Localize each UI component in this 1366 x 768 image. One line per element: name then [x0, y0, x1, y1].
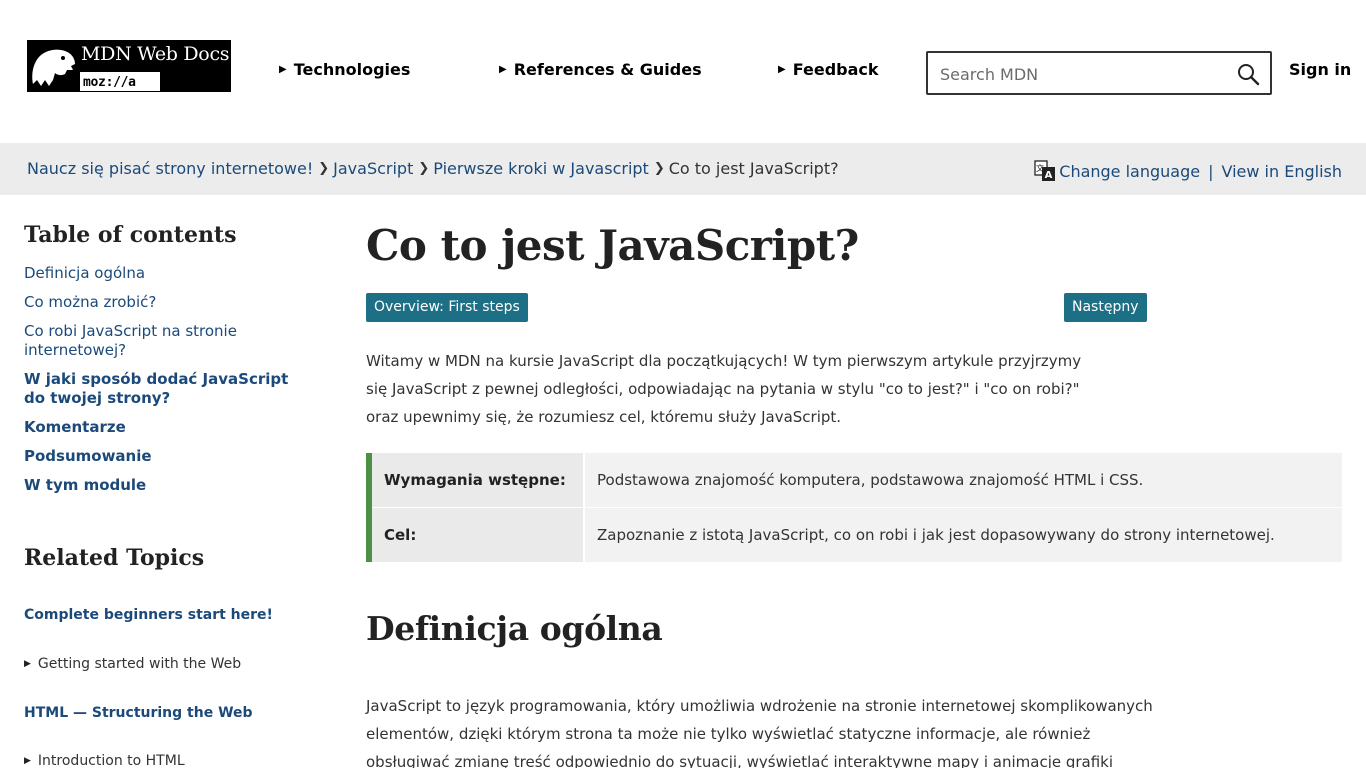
- chevron-right-icon: ❯: [318, 161, 330, 176]
- mozilla-wordmark: moz://a: [79, 71, 161, 92]
- view-in-english-link[interactable]: View in English: [1222, 162, 1343, 181]
- nav-technologies[interactable]: ▶ Technologies: [279, 60, 410, 79]
- toc-item: Co można zrobić?: [24, 293, 314, 312]
- page-title: Co to jest JavaScript?: [366, 221, 859, 270]
- toc-link-w-tym-module[interactable]: W tym module: [24, 476, 146, 494]
- toc-item: W tym module: [24, 476, 314, 495]
- related-summary-label: Introduction to HTML: [37, 753, 185, 768]
- prereq-label: Wymagania wstępne:: [372, 453, 585, 507]
- objective-value: Zapoznanie z istotą JavaScript, co on ro…: [585, 508, 1342, 562]
- table-row: Wymagania wstępne: Podstawowa znajomość …: [372, 453, 1342, 507]
- section-paragraph: JavaScript to język programowania, który…: [366, 697, 1153, 768]
- toc-link-komentarze[interactable]: Komentarze: [24, 418, 126, 436]
- nav-references-label: References & Guides: [513, 60, 702, 79]
- breadcrumb-current: Co to jest JavaScript?: [668, 159, 839, 178]
- svg-text:文: 文: [1036, 163, 1044, 173]
- toc-item: W jaki sposób dodać JavaScript do twojej…: [24, 370, 314, 408]
- breadcrumb-bar: Naucz się pisać strony internetowe! ❯ Ja…: [0, 143, 1366, 195]
- language-icon: A 文: [1034, 160, 1056, 181]
- chevron-right-icon: ❯: [418, 161, 430, 176]
- related-link-beginners[interactable]: Complete beginners start here!: [24, 607, 273, 623]
- toc-link-definicja[interactable]: Definicja ogólna: [24, 264, 145, 282]
- dinosaur-logo-icon: [27, 40, 79, 92]
- toc-item: Komentarze: [24, 418, 314, 437]
- toc-item: Co robi JavaScript na stronie internetow…: [24, 322, 314, 360]
- sign-in-link[interactable]: Sign in: [1289, 60, 1351, 79]
- toc-list: Definicja ogólna Co można zrobić? Co rob…: [24, 264, 314, 505]
- search-icon[interactable]: [1236, 62, 1260, 86]
- triangle-right-icon: ▶: [778, 64, 786, 75]
- next-button[interactable]: Następny: [1064, 293, 1147, 322]
- breadcrumb: Naucz się pisać strony internetowe! ❯ Ja…: [27, 159, 839, 178]
- toc-item: Podsumowanie: [24, 447, 314, 466]
- chevron-right-icon: ❯: [653, 161, 665, 176]
- objective-label: Cel:: [372, 508, 585, 562]
- search-box: [926, 51, 1272, 95]
- language-separator: |: [1208, 161, 1214, 181]
- nav-references-guides[interactable]: ▶ References & Guides: [499, 60, 702, 79]
- related-topics-title: Related Topics: [24, 545, 205, 571]
- nav-technologies-label: Technologies: [293, 60, 411, 79]
- logo-title: MDN Web Docs: [81, 43, 230, 65]
- breadcrumb-learn[interactable]: Naucz się pisać strony internetowe!: [27, 159, 313, 178]
- related-link-html[interactable]: HTML — Structuring the Web: [24, 705, 253, 721]
- svg-text:A: A: [1045, 170, 1053, 181]
- toc-link-co-mozna-zrobic[interactable]: Co można zrobić?: [24, 293, 156, 311]
- breadcrumb-first-steps[interactable]: Pierwsze kroki w Javascript: [433, 159, 649, 178]
- prerequisites-table: Wymagania wstępne: Podstawowa znajomość …: [366, 453, 1342, 562]
- toc-link-w-jaki-sposob[interactable]: W jaki sposób dodać JavaScript do twojej…: [24, 370, 288, 407]
- related-summary-intro-html[interactable]: ▶ Introduction to HTML: [24, 753, 185, 768]
- site-header: MDN Web Docs moz://a ▶ Technologies ▶ Re…: [0, 0, 1366, 143]
- nav-feedback-label: Feedback: [792, 60, 879, 79]
- intro-paragraph: Witamy w MDN na kursie JavaScript dla po…: [366, 352, 1082, 426]
- overview-button[interactable]: Overview: First steps: [366, 293, 528, 322]
- change-language-link[interactable]: Change language: [1059, 162, 1200, 181]
- toc-link-podsumowanie[interactable]: Podsumowanie: [24, 447, 152, 465]
- table-row: Cel: Zapoznanie z istotą JavaScript, co …: [372, 507, 1342, 562]
- triangle-right-icon: ▶: [24, 659, 31, 669]
- toc-title: Table of contents: [24, 222, 237, 248]
- mdn-logo-link[interactable]: MDN Web Docs moz://a: [27, 40, 231, 92]
- breadcrumb-javascript[interactable]: JavaScript: [333, 159, 413, 178]
- triangle-right-icon: ▶: [279, 64, 287, 75]
- language-switcher: A 文 Change language | View in English: [1033, 159, 1342, 183]
- triangle-right-icon: ▶: [499, 64, 507, 75]
- related-summary-label: Getting started with the Web: [37, 656, 242, 672]
- toc-link-co-robi[interactable]: Co robi JavaScript na stronie internetow…: [24, 322, 237, 359]
- related-summary-getting-started[interactable]: ▶ Getting started with the Web: [24, 656, 241, 672]
- triangle-right-icon: ▶: [24, 756, 31, 766]
- search-input[interactable]: [940, 63, 1220, 85]
- prereq-value: Podstawowa znajomość komputera, podstawo…: [585, 453, 1342, 507]
- nav-feedback[interactable]: ▶ Feedback: [778, 60, 879, 79]
- section-heading: Definicja ogólna: [366, 609, 663, 648]
- toc-item: Definicja ogólna: [24, 264, 314, 283]
